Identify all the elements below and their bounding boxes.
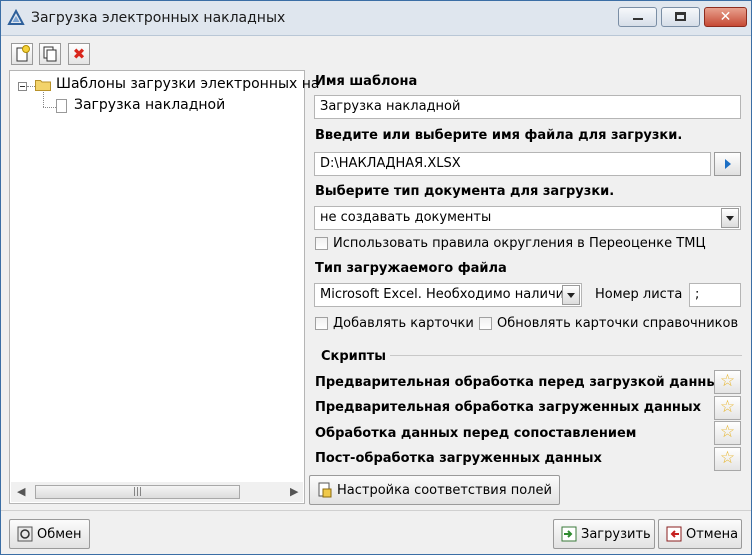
doc-type-label: Выберите тип документа для загрузки. bbox=[315, 184, 615, 199]
add-template-button[interactable] bbox=[11, 43, 33, 65]
document-icon bbox=[56, 99, 67, 113]
maximize-button[interactable] bbox=[661, 7, 700, 27]
doc-type-value: не создавать документы bbox=[320, 210, 492, 225]
cancel-icon bbox=[666, 526, 682, 542]
cancel-button[interactable]: Отмена bbox=[658, 519, 742, 549]
exchange-button[interactable]: Обмен bbox=[9, 519, 90, 549]
close-button[interactable]: ✕ bbox=[704, 7, 747, 27]
template-tree[interactable]: Шаблоны загрузки электронных на Загрузка… bbox=[9, 70, 320, 504]
scroll-thumb[interactable]: ||| bbox=[35, 485, 240, 499]
toolbar: ✖ bbox=[1, 36, 751, 68]
new-document-icon bbox=[16, 45, 30, 62]
maximize-icon bbox=[675, 12, 686, 21]
star-icon: ☆ bbox=[719, 397, 736, 417]
tree-root-item[interactable]: Шаблоны загрузки электронных на bbox=[56, 76, 320, 92]
delete-template-button[interactable]: ✖ bbox=[68, 43, 90, 65]
update-cards-label[interactable]: Обновлять карточки справочников bbox=[497, 316, 738, 331]
sheet-number-input[interactable]: ; bbox=[689, 283, 741, 307]
browse-file-button[interactable] bbox=[714, 152, 741, 176]
sheet-number-label: Номер листа bbox=[595, 287, 683, 302]
field-mapping-button[interactable]: Настройка соответствия полей bbox=[309, 475, 560, 505]
horizontal-scrollbar[interactable]: ◀ ||| ▶ bbox=[11, 482, 303, 502]
script-label: Обработка данных перед сопоставлением bbox=[315, 426, 637, 441]
copy-icon bbox=[43, 46, 57, 62]
tree-line bbox=[43, 92, 44, 107]
delete-icon: ✖ bbox=[72, 45, 86, 63]
script-edit-button[interactable]: ☆ bbox=[714, 370, 741, 394]
file-label: Введите или выберите имя файла для загру… bbox=[315, 128, 683, 143]
load-button[interactable]: Загрузить bbox=[553, 519, 655, 549]
star-icon: ☆ bbox=[719, 422, 736, 442]
rounding-checkbox[interactable] bbox=[315, 237, 328, 250]
script-label: Предварительная обработка загруженных да… bbox=[315, 400, 702, 415]
tree-line bbox=[27, 86, 35, 87]
close-icon: ✕ bbox=[719, 9, 732, 25]
load-label: Загрузить bbox=[581, 527, 651, 542]
update-cards-checkbox[interactable] bbox=[479, 317, 492, 330]
scroll-right-icon[interactable]: ▶ bbox=[290, 485, 298, 498]
exchange-icon bbox=[17, 526, 33, 542]
field-mapping-label: Настройка соответствия полей bbox=[337, 483, 552, 498]
play-icon bbox=[725, 159, 731, 169]
script-edit-button[interactable]: ☆ bbox=[714, 421, 741, 445]
file-type-label: Тип загружаемого файла bbox=[315, 261, 507, 276]
collapse-toggle[interactable] bbox=[18, 82, 27, 91]
exchange-label: Обмен bbox=[37, 527, 82, 542]
title-bar[interactable]: Загрузка электронных накладных ✕ bbox=[1, 1, 751, 36]
file-type-value: Microsoft Excel. Необходимо наличие I bbox=[320, 287, 581, 302]
footer-separator bbox=[1, 510, 751, 511]
tree-child-item[interactable]: Загрузка накладной bbox=[74, 97, 225, 113]
star-icon: ☆ bbox=[719, 448, 736, 468]
cancel-label: Отмена bbox=[686, 527, 739, 542]
group-separator bbox=[390, 355, 742, 356]
scripts-group-title: Скрипты bbox=[321, 349, 387, 364]
minimize-button[interactable] bbox=[618, 7, 657, 27]
template-name-input[interactable]: Загрузка накладной bbox=[314, 95, 741, 119]
star-icon: ☆ bbox=[719, 371, 736, 391]
script-label: Предварительная обработка перед загрузко… bbox=[315, 375, 727, 390]
scroll-left-icon[interactable]: ◀ bbox=[17, 485, 25, 498]
add-cards-checkbox[interactable] bbox=[315, 317, 328, 330]
chevron-down-icon[interactable] bbox=[562, 285, 580, 305]
tree-line bbox=[43, 107, 56, 108]
script-edit-button[interactable]: ☆ bbox=[714, 396, 741, 420]
window-title: Загрузка электронных накладных bbox=[31, 10, 286, 26]
file-path-input[interactable]: D:\НАКЛАДНАЯ.XLSX bbox=[314, 152, 711, 176]
minimize-icon bbox=[633, 18, 643, 20]
chevron-down-icon[interactable] bbox=[721, 208, 739, 228]
add-cards-label[interactable]: Добавлять карточки bbox=[333, 316, 474, 331]
app-icon bbox=[7, 9, 25, 25]
main-window: Загрузка электронных накладных ✕ ✖ Шабло… bbox=[0, 0, 752, 555]
template-name-label: Имя шаблона bbox=[315, 74, 418, 89]
load-icon bbox=[561, 526, 577, 542]
mapping-icon bbox=[318, 482, 332, 498]
file-type-select[interactable]: Microsoft Excel. Необходимо наличие I bbox=[314, 283, 582, 307]
script-label: Пост-обработка загруженных данных bbox=[315, 451, 602, 466]
script-edit-button[interactable]: ☆ bbox=[714, 447, 741, 471]
doc-type-select[interactable]: не создавать документы bbox=[314, 206, 741, 230]
rounding-label[interactable]: Использовать правила округления в Переоц… bbox=[333, 236, 706, 251]
copy-template-button[interactable] bbox=[39, 43, 61, 65]
folder-icon bbox=[35, 80, 51, 91]
